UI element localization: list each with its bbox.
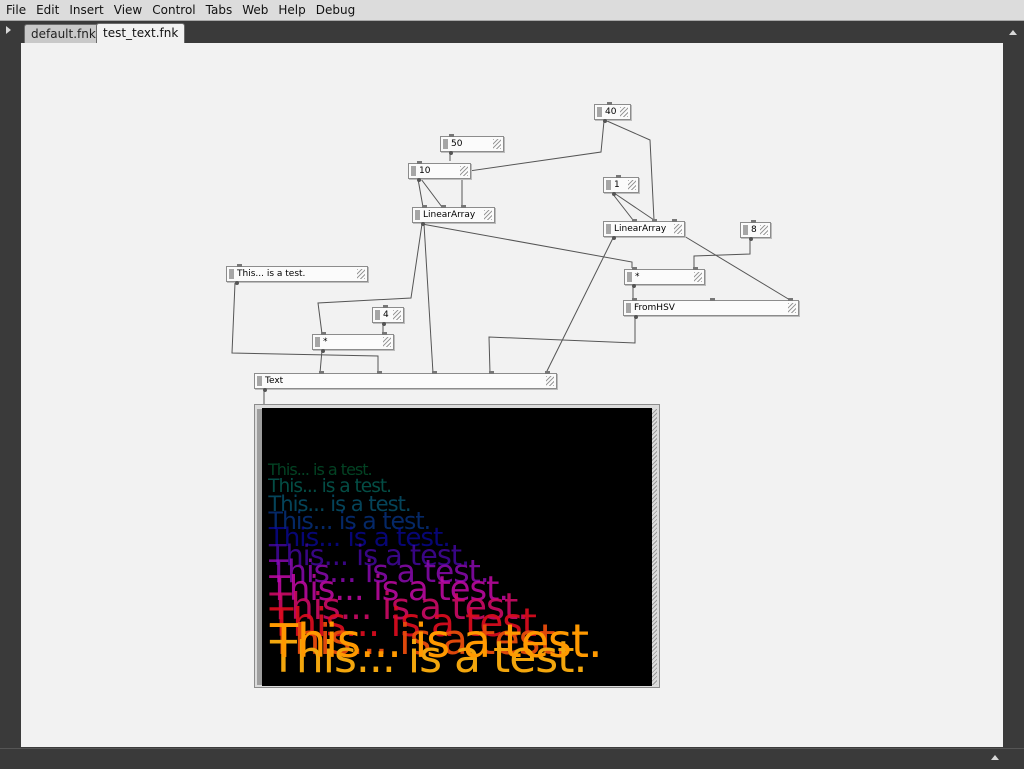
node-label: 1 [614, 180, 620, 190]
tab-default-fnk[interactable]: default.fnk [24, 24, 103, 43]
menu-tabs[interactable]: Tabs [202, 0, 237, 20]
node-label: 8 [751, 225, 757, 235]
node-label: 10 [419, 166, 431, 176]
menu-help[interactable]: Help [274, 0, 309, 20]
node-label: * [323, 337, 328, 347]
node-label: * [635, 272, 640, 282]
node-label: This... is a test. [237, 269, 306, 279]
node-multiply-1[interactable]: * [624, 267, 705, 288]
node-label: Text [265, 376, 284, 386]
node-lineararray-1[interactable]: LinearArray [412, 205, 495, 226]
node-label: LinearArray [423, 210, 476, 220]
left-side-panel [0, 21, 20, 748]
tab-test-text-fnk[interactable]: test_text.fnk [96, 23, 186, 44]
bottom-status-bar [0, 748, 1024, 769]
node-label: 4 [383, 310, 389, 320]
node-lineararray-2[interactable]: LinearArray [603, 219, 685, 240]
right-scrollbar[interactable] [1003, 21, 1024, 748]
node-text[interactable]: Text [254, 371, 557, 392]
node-label: LinearArray [614, 224, 667, 234]
node-number-1[interactable]: 1 [603, 175, 639, 196]
node-number-8[interactable]: 8 [740, 220, 771, 241]
menu-edit[interactable]: Edit [32, 0, 63, 20]
rendered-text-front: This... is a test. [270, 614, 603, 668]
scroll-up-icon[interactable] [1009, 30, 1017, 35]
menu-view[interactable]: View [110, 0, 146, 20]
menu-debug[interactable]: Debug [312, 0, 359, 20]
node-label: 40 [605, 107, 617, 117]
node-number-40[interactable]: 40 [594, 102, 631, 123]
node-label: FromHSV [634, 303, 675, 313]
render-output-view: This... is a test. This... is a test. This… [262, 408, 652, 686]
node-label: 50 [451, 139, 463, 149]
node-number-10[interactable]: 10 [408, 161, 471, 182]
node-multiply-2[interactable]: * [312, 332, 394, 353]
node-text-constant[interactable]: This... is a test. [226, 264, 368, 285]
menu-insert[interactable]: Insert [65, 0, 107, 20]
menu-control[interactable]: Control [148, 0, 199, 20]
menu-bar: File Edit Insert View Control Tabs Web H… [0, 0, 1024, 21]
node-number-4[interactable]: 4 [372, 305, 404, 326]
scroll-up-icon[interactable] [991, 755, 999, 760]
menu-web[interactable]: Web [238, 0, 272, 20]
menu-file[interactable]: File [2, 0, 30, 20]
node-number-50[interactable]: 50 [440, 134, 504, 155]
node-fromhsv[interactable]: FromHSV [623, 298, 799, 319]
expand-right-icon[interactable] [6, 26, 11, 34]
